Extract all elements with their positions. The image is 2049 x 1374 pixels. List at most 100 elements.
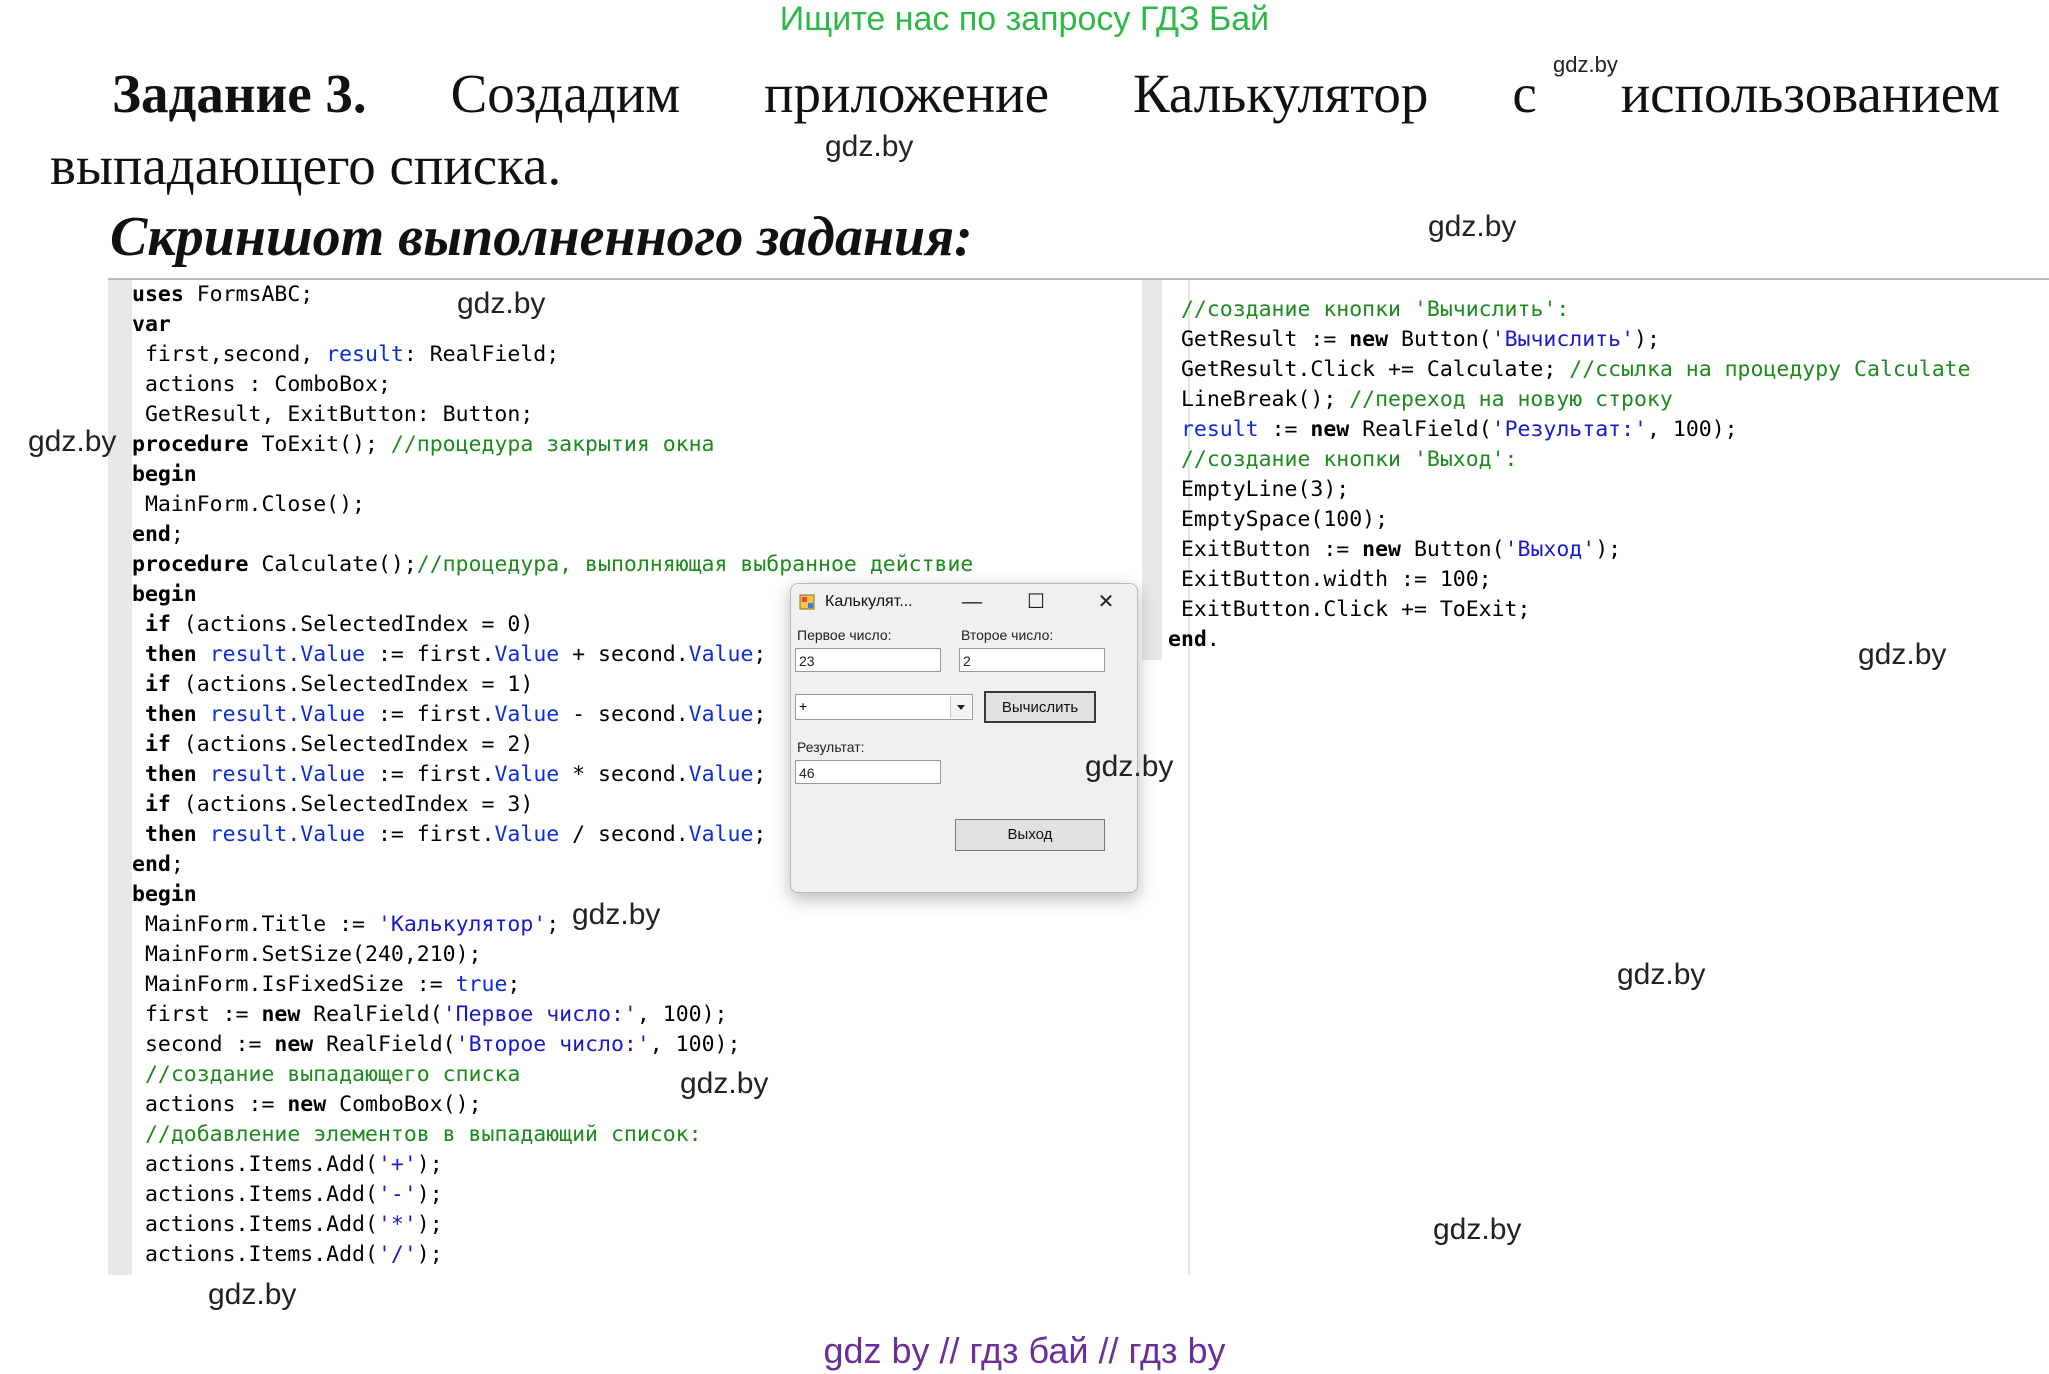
code-token: result.Value [209,642,366,667]
code-token: ExitButton.Click += ToExit; [1168,597,1531,622]
code-token: Button( [1401,537,1505,562]
code-token: , 100); [1646,417,1738,442]
result-field[interactable]: 46 [795,760,941,784]
code-token: true [455,972,508,997]
minimize-icon[interactable]: — [949,588,995,616]
code-token: := first. [365,762,495,787]
code-token: MainForm.IsFixedSize := [132,972,456,997]
code-token: , 100); [649,1032,741,1057]
screenshot-caption: Скриншот выполненного задания: [110,206,973,268]
code-token: EmptySpace(100); [1168,507,1389,532]
second-number-field[interactable]: 2 [959,648,1105,672]
code-line: ExitButton.Click += ToExit; [1168,595,1971,625]
code-line: actions.Items.Add('+'); [132,1150,973,1180]
code-token: first,second, [132,342,327,367]
code-token: result.Value [209,702,366,727]
code-token: Value [494,642,560,667]
code-token: begin [132,462,197,487]
code-token: if [144,612,171,637]
code-token: ); [1634,327,1660,352]
code-token: 'Результат:' [1491,417,1647,442]
app-icon [799,594,815,610]
code-line: procedure Calculate();//процедура, выпол… [132,550,973,580]
code-token: ComboBox(); [326,1092,482,1117]
code-token: Value [688,702,754,727]
code-token: actions.Items.Add( [132,1182,378,1207]
code-token: ; [170,522,184,547]
operation-value: + [799,698,808,714]
code-line: GetResult.Click += Calculate; //ссылка н… [1168,355,1971,385]
window-titlebar[interactable]: Калькулят... — ☐ ✕ [791,584,1137,620]
code-line: actions.Items.Add('*'); [132,1210,973,1240]
watermark: gdz.by [572,898,661,931]
code-token: end [132,522,171,547]
code-token: actions.Items.Add( [132,1152,378,1177]
close-icon[interactable]: ✕ [1083,588,1129,616]
code-token: new [287,1092,327,1117]
operation-dropdown[interactable]: + [795,694,973,720]
watermark: gdz.by [1553,52,1618,77]
code-token: Button( [1388,327,1492,352]
code-token: := [1258,417,1311,442]
code-token: EmptyLine(3); [1168,477,1350,502]
code-token: ); [416,1242,443,1267]
code-token: ); [416,1182,443,1207]
chevron-down-icon[interactable] [950,696,971,718]
code-token: ; [546,912,560,937]
code-line: EmptySpace(100); [1168,505,1971,535]
code-token: GetResult.Click += Calculate; [1168,357,1570,382]
code-line: begin [132,460,973,490]
maximize-icon[interactable]: ☐ [1013,588,1059,616]
code-token: ToExit(); [248,432,391,457]
code-token: begin [132,582,197,607]
code-line: LineBreak(); //переход на новую строку [1168,385,1971,415]
code-line: ExitButton := new Button('Выход'); [1168,535,1971,565]
code-token: (actions.SelectedIndex = 1) [170,672,534,697]
calculate-button[interactable]: Вычислить [984,691,1096,723]
code-line: ExitButton.width := 100; [1168,565,1971,595]
code-token: RealField( [1349,417,1492,442]
code-token: //создание кнопки 'Выход': [1180,447,1518,472]
code-line: end. [1168,625,1971,655]
code-token: procedure [132,552,249,577]
code-token: '/' [377,1242,417,1267]
code-token: ; [753,762,767,787]
code-token: * second. [559,762,689,787]
code-line: //создание кнопки 'Выход': [1168,445,1971,475]
first-number-label: Первое число: [797,627,892,643]
code-line: //создание выпадающего списка [132,1060,973,1090]
code-token: RealField( [313,1032,456,1057]
code-token: //создание выпадающего списка [144,1062,521,1087]
code-token: := first. [365,642,495,667]
watermark: gdz.by [1433,1213,1522,1246]
code-token: ; [753,642,767,667]
code-token: actions : ComboBox; [132,372,391,397]
watermark: gdz.by [1428,210,1517,243]
code-token: result [326,342,404,367]
code-token: new [1362,537,1402,562]
code-line: GetResult := new Button('Вычислить'); [1168,325,1971,355]
code-token: second := [132,1032,275,1057]
exit-button[interactable]: Выход [955,819,1105,851]
first-number-field[interactable]: 23 [795,648,941,672]
code-token: ); [416,1212,443,1237]
code-line: uses FormsABC; [132,280,973,310]
task-word: Создадим [450,63,681,124]
code-token: MainForm.Title := [132,912,378,937]
code-line: procedure ToExit(); //процедура закрытия… [132,430,973,460]
editor-gutter-right [1142,280,1162,660]
code-token: '+' [377,1152,417,1177]
watermark: gdz.by [208,1278,297,1311]
code-token: then [144,762,197,787]
